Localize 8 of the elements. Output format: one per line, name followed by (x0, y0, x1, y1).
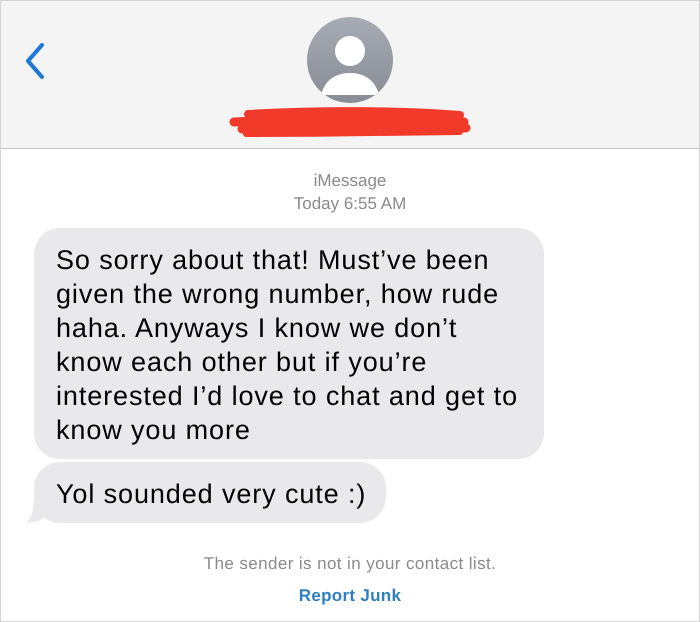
timestamp: Today 6:55 AM (294, 193, 406, 215)
back-chevron-icon (25, 43, 45, 79)
message-bubble: So sorry about that! Must’ve been given the wrong number, how rude haha. Anyways I know we don’t know each other but if you’re interested I’d love to chat and get to know you more (34, 228, 544, 459)
avatar-silhouette-icon[interactable] (307, 17, 393, 103)
notice-text: The sender is not in your contact list. (204, 553, 496, 575)
message-bubble: Yol sounded very cute :) (34, 462, 386, 523)
service-label: iMessage (314, 170, 386, 192)
report-junk-link[interactable]: Report Junk (298, 585, 402, 607)
